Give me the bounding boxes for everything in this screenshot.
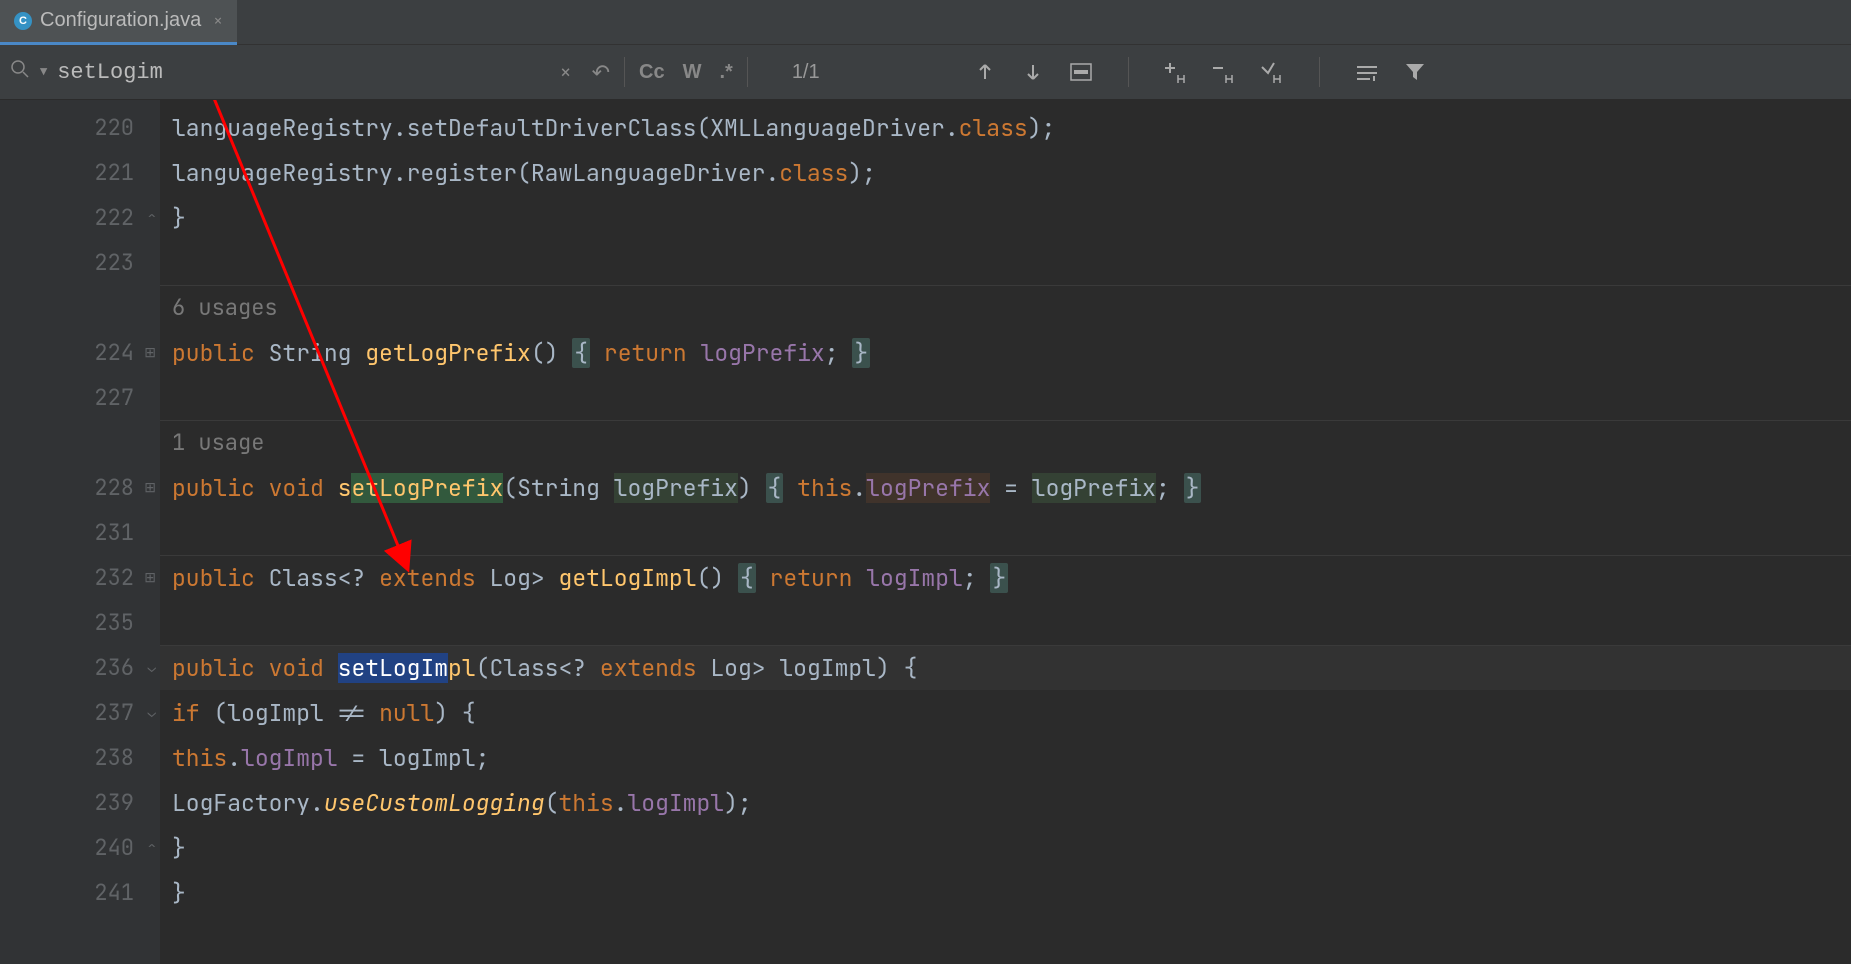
- line-number: 231: [94, 518, 134, 547]
- line-number: 239: [94, 788, 134, 817]
- divider: [1128, 57, 1129, 87]
- line-number: 223: [94, 248, 134, 277]
- filter-icon[interactable]: [1400, 57, 1430, 87]
- close-icon[interactable]: ×: [213, 10, 223, 31]
- line-number: 227: [94, 383, 134, 412]
- code-line[interactable]: [160, 240, 1851, 285]
- next-match-icon[interactable]: [1018, 57, 1048, 87]
- file-tab[interactable]: C Configuration.java ×: [0, 0, 237, 45]
- tab-label: Configuration.java: [40, 9, 201, 32]
- select-all-icon[interactable]: [1066, 57, 1096, 87]
- fold-end-icon[interactable]: ⌃: [148, 839, 156, 857]
- history-icon[interactable]: ↶: [592, 58, 610, 87]
- settings-icon[interactable]: [1352, 57, 1382, 87]
- search-match: setLogIm: [338, 653, 448, 683]
- code-line[interactable]: languageRegistry.register(RawLanguageDri…: [160, 150, 1851, 195]
- code-line[interactable]: public void setLogPrefix(String logPrefi…: [160, 465, 1851, 510]
- line-number: 228: [94, 473, 134, 502]
- fold-start-icon[interactable]: ⌄: [148, 704, 156, 722]
- line-number: 238: [94, 743, 134, 772]
- code-line[interactable]: this.logImpl = logImpl;: [160, 735, 1851, 780]
- whole-word-button[interactable]: W: [683, 61, 702, 84]
- line-number: 221: [94, 158, 134, 187]
- remove-selection-icon[interactable]: [1209, 57, 1239, 87]
- add-selection-icon[interactable]: [1161, 57, 1191, 87]
- line-number: 236: [94, 653, 134, 682]
- code-line[interactable]: [160, 375, 1851, 420]
- gutter: 220 221 222⌃ 223 224⊞ 227 228⊞ 231 232⊞ …: [0, 100, 160, 964]
- match-count: 1/1: [792, 61, 820, 84]
- class-icon: C: [14, 12, 32, 30]
- fold-icon[interactable]: ⊞: [144, 569, 156, 587]
- code-line[interactable]: [160, 510, 1851, 555]
- line-number: 224: [94, 338, 134, 367]
- regex-button[interactable]: .*: [719, 61, 732, 84]
- fold-icon[interactable]: ⊞: [144, 479, 156, 497]
- line-number: 235: [94, 608, 134, 637]
- match-case-button[interactable]: Cc: [639, 61, 665, 84]
- code-line[interactable]: }: [160, 870, 1851, 915]
- code-line[interactable]: if (logImpl != null) {: [160, 690, 1851, 735]
- line-number: 222: [94, 203, 134, 232]
- code-line[interactable]: }: [160, 195, 1851, 240]
- select-all-occurrences-icon[interactable]: [1257, 57, 1287, 87]
- fold-end-icon[interactable]: ⌃: [148, 209, 156, 227]
- line-number: 232: [94, 563, 134, 592]
- line-number: 220: [94, 113, 134, 142]
- code-line[interactable]: languageRegistry.setDefaultDriverClass(X…: [160, 105, 1851, 150]
- search-input[interactable]: [57, 60, 517, 85]
- code-area[interactable]: languageRegistry.setDefaultDriverClass(X…: [160, 100, 1851, 964]
- divider: [624, 57, 625, 87]
- usage-hint[interactable]: 6 usages: [160, 285, 1851, 330]
- fold-start-icon[interactable]: ⌄: [148, 659, 156, 677]
- search-icon[interactable]: [10, 59, 30, 85]
- editor[interactable]: 220 221 222⌃ 223 224⊞ 227 228⊞ 231 232⊞ …: [0, 100, 1851, 964]
- code-line[interactable]: }: [160, 825, 1851, 870]
- tab-bar: C Configuration.java ×: [0, 0, 1851, 45]
- clear-icon[interactable]: ×: [560, 59, 572, 85]
- line-number: 240: [94, 833, 134, 862]
- code-line[interactable]: [160, 600, 1851, 645]
- code-line[interactable]: public void setLogImpl(Class<? extends L…: [160, 645, 1851, 690]
- line-number: 237: [94, 698, 134, 727]
- find-bar: ▼ × ↶ Cc W .* 1/1: [0, 45, 1851, 100]
- fold-icon[interactable]: ⊞: [144, 344, 156, 362]
- code-line[interactable]: LogFactory.useCustomLogging(this.logImpl…: [160, 780, 1851, 825]
- usage-hint[interactable]: 1 usage: [160, 420, 1851, 465]
- dropdown-icon[interactable]: ▼: [40, 64, 47, 80]
- prev-match-icon[interactable]: [970, 57, 1000, 87]
- divider: [747, 57, 748, 87]
- line-number: 241: [94, 878, 134, 907]
- code-line[interactable]: public String getLogPrefix() { return lo…: [160, 330, 1851, 375]
- divider: [1319, 57, 1320, 87]
- code-line[interactable]: public Class<? extends Log> getLogImpl()…: [160, 555, 1851, 600]
